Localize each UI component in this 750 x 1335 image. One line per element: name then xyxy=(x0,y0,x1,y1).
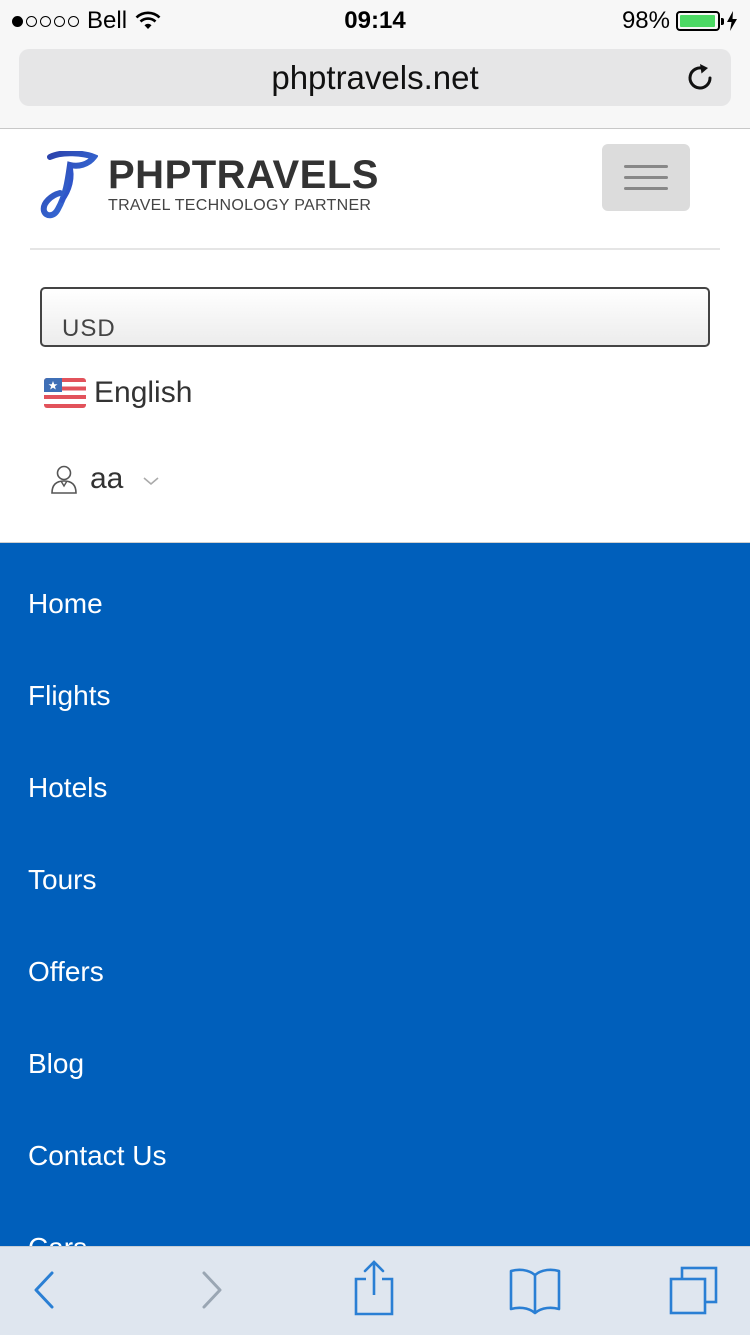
nav-item-offers[interactable]: Offers xyxy=(28,956,104,988)
currency-value: USD xyxy=(62,315,116,342)
us-flag-icon xyxy=(44,378,86,408)
chevron-down-icon xyxy=(143,477,159,486)
battery-icon xyxy=(676,11,724,31)
browser-address-bar: phptravels.net xyxy=(0,40,750,129)
language-selector[interactable]: English xyxy=(44,376,192,410)
browser-toolbar xyxy=(0,1246,750,1335)
nav-item-contact-us[interactable]: Contact Us xyxy=(28,1140,167,1172)
site-logo[interactable]: PHPTRAVELS TRAVEL TECHNOLOGY PARTNER xyxy=(40,151,379,219)
battery-percent: 98% xyxy=(621,7,670,34)
nav-item-home[interactable]: Home xyxy=(28,588,103,620)
user-icon xyxy=(51,465,77,494)
share-icon[interactable] xyxy=(352,1259,396,1317)
nav-item-tours[interactable]: Tours xyxy=(28,864,96,896)
bookmarks-icon[interactable] xyxy=(508,1265,562,1315)
currency-select[interactable]: USD xyxy=(40,287,710,347)
tabs-icon[interactable] xyxy=(668,1265,720,1315)
forward-icon[interactable] xyxy=(196,1265,226,1315)
url-text[interactable]: phptravels.net xyxy=(19,59,731,97)
logo-mark-icon xyxy=(40,151,98,219)
main-navigation: Home Flights Hotels Tours Offers Blog Co… xyxy=(0,542,750,1263)
logo-subtitle: TRAVEL TECHNOLOGY PARTNER xyxy=(108,197,372,214)
site-header: PHPTRAVELS TRAVEL TECHNOLOGY PARTNER USD… xyxy=(0,129,750,541)
user-account-menu[interactable]: aa xyxy=(50,462,161,496)
header-divider xyxy=(30,248,720,250)
menu-toggle-button[interactable] xyxy=(602,144,690,211)
url-field[interactable]: phptravels.net xyxy=(19,49,731,106)
nav-item-blog[interactable]: Blog xyxy=(28,1048,84,1080)
reload-icon[interactable] xyxy=(683,61,717,95)
language-label: English xyxy=(94,376,193,409)
back-icon[interactable] xyxy=(30,1265,60,1315)
nav-item-flights[interactable]: Flights xyxy=(28,680,110,712)
nav-item-hotels[interactable]: Hotels xyxy=(28,772,107,804)
logo-title: PHPTRAVELS xyxy=(108,153,379,197)
user-name: aa xyxy=(90,462,124,495)
status-right: 98% xyxy=(622,7,738,35)
status-bar: Bell 09:14 98% xyxy=(0,0,750,40)
charging-icon xyxy=(727,11,737,31)
